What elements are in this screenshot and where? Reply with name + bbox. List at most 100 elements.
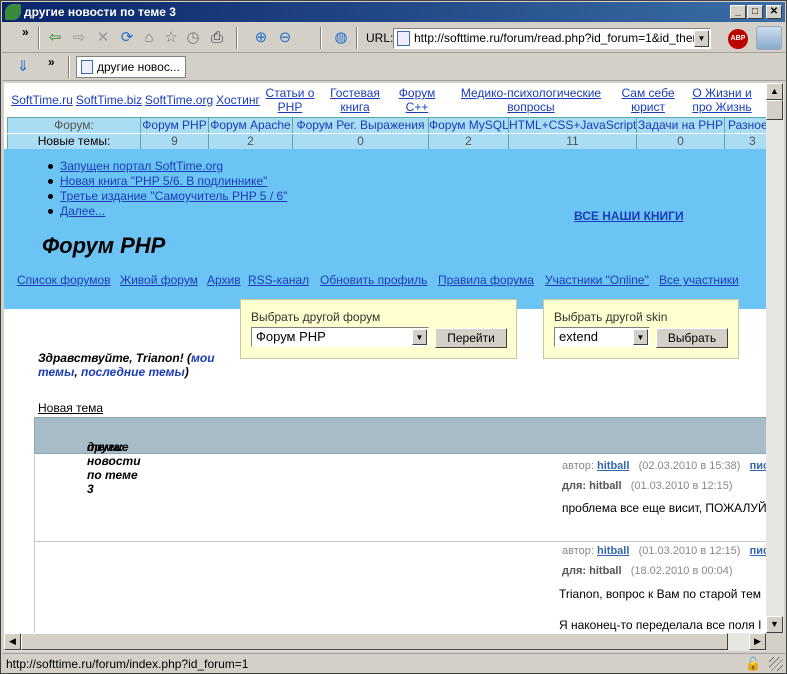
forum-row-label: Новые темы: [7, 134, 141, 149]
minimize-button[interactable]: _ [730, 5, 746, 19]
nav-link-all-users[interactable]: Все участники [659, 273, 739, 287]
page-icon [397, 31, 410, 46]
print-icon[interactable]: ⎙ [208, 29, 226, 47]
globe-icon[interactable]: ◍ [332, 29, 350, 47]
last-topics-link[interactable]: последние темы [81, 365, 185, 379]
forward-icon[interactable]: ⇨ [70, 29, 88, 47]
nav-link-archive[interactable]: Архив [207, 273, 241, 287]
zoom-in-icon[interactable]: ⊕ [252, 29, 270, 47]
forum-link[interactable]: Форум Рег. Выражения [293, 118, 429, 133]
author-link[interactable]: hitball [597, 545, 629, 557]
post-action-link[interactable]: пис [750, 545, 766, 557]
all-books-link[interactable]: ВСЕ НАШИ КНИГИ [574, 209, 684, 223]
new-topics-count: 9 [141, 134, 209, 149]
stop-icon[interactable]: ✕ [94, 29, 112, 47]
new-topic-link[interactable]: Новая тема [38, 401, 103, 415]
nav-link-rss[interactable]: RSS-канал [248, 273, 309, 287]
nav-link-forum-rules[interactable]: Правила форума [438, 273, 534, 287]
url-input[interactable]: http://softtime.ru/forum/read.php?id_for… [393, 28, 711, 49]
forum-select[interactable]: Форум PHP ▼ [251, 327, 429, 347]
url-text: http://softtime.ru/forum/read.php?id_for… [414, 31, 711, 45]
forum-row-label: Форум: [7, 118, 141, 133]
post-action-link[interactable]: пис [750, 460, 766, 472]
skin-select[interactable]: extend ▼ [554, 327, 650, 347]
post-text: Trianon, вопрос к Вам по старой тем [559, 587, 762, 601]
browser-window: другие новости по теме 3 _ □ ✕ » ⇦ ⇨ ✕ ⟳… [0, 0, 787, 674]
tab-current[interactable]: другие новос... [76, 56, 186, 78]
toolbar-overflow-icon[interactable]: » [22, 25, 29, 39]
skin-select-label: Выбрать другой skin [554, 310, 668, 324]
go-button[interactable]: Перейти [435, 328, 507, 348]
chevron-down-icon[interactable]: ▼ [412, 329, 427, 345]
download-icon[interactable]: ⇓ [14, 58, 32, 76]
scroll-up-icon[interactable]: ▲ [766, 83, 783, 100]
post-text: Я наконец-то переделала все поля I [559, 618, 762, 632]
page-viewport: SoftTime.ru SoftTime.biz SoftTime.org Хо… [4, 83, 766, 633]
bookmark-star-icon[interactable]: ☆ [162, 29, 180, 47]
tab-title: другие новос... [97, 60, 180, 74]
scroll-thumb-horizontal[interactable] [21, 633, 728, 650]
site-link[interactable]: Хостинг [215, 83, 261, 117]
vertical-scrollbar[interactable]: ▲ ▼ [766, 83, 784, 633]
site-link[interactable]: SoftTime.org [143, 83, 215, 117]
news-link[interactable]: Запущен портал SoftTime.org [48, 159, 223, 173]
scroll-right-icon[interactable]: ▶ [749, 633, 766, 650]
forum-link[interactable]: HTML+CSS+JavaScript [509, 118, 637, 133]
choose-button[interactable]: Выбрать [656, 328, 728, 348]
site-link[interactable]: Гостевая книга [321, 86, 389, 120]
tabs-toolbar: ⇓ » другие новос... [2, 54, 785, 81]
nav-link-live-forum[interactable]: Живой форум [120, 273, 198, 287]
author-link[interactable]: hitball [597, 460, 629, 472]
forum-link[interactable]: Задачи на PHP [637, 118, 725, 133]
scroll-thumb[interactable] [766, 100, 783, 120]
home-icon[interactable]: ⌂ [140, 29, 158, 47]
security-lock-icon[interactable]: 🔓 [745, 656, 761, 672]
site-link[interactable]: Медико-психологические вопросы [445, 86, 617, 120]
forum-link[interactable]: Форум Apache [209, 118, 293, 133]
post-reply-line: для: hitball (18.02.2010 в 00:04) [562, 565, 733, 577]
zoom-out-icon[interactable]: ⊖ [276, 29, 294, 47]
scroll-down-icon[interactable]: ▼ [766, 616, 783, 633]
news-link[interactable]: Третье издание "Самоучитель PHP 5 / 6" [47, 189, 287, 203]
horizontal-scrollbar[interactable]: ◀ ▶ [4, 633, 766, 651]
page-title: Форум PHP [42, 233, 166, 258]
post-reply-line: для: hitball (01.03.2010 в 12:15) [562, 480, 733, 492]
scroll-left-icon[interactable]: ◀ [4, 633, 21, 650]
adblock-icon[interactable]: ABP [728, 29, 748, 49]
maximize-button[interactable]: □ [747, 5, 763, 19]
site-link[interactable]: О Жизни и про Жизнь [681, 86, 763, 120]
title-bar: другие новости по теме 3 _ □ ✕ [2, 2, 785, 22]
site-link[interactable]: Форум C++ [391, 86, 443, 120]
forum-link[interactable]: Разное [725, 118, 766, 133]
resize-grip-icon[interactable] [769, 657, 783, 671]
close-button[interactable]: ✕ [766, 5, 782, 19]
forum-link[interactable]: Форум PHP [141, 118, 209, 133]
post-author-line: автор: hitball (01.03.2010 в 12:15) пис [562, 545, 766, 557]
status-bar: http://softtime.ru/forum/index.php?id_fo… [2, 653, 785, 673]
site-link[interactable]: Сам себе юрист [617, 86, 679, 120]
reload-icon[interactable]: ⟳ [118, 29, 136, 47]
browser-logo-icon [5, 4, 21, 20]
chevron-down-icon[interactable]: ▼ [633, 329, 648, 345]
new-topics-count: 2 [209, 134, 293, 149]
nav-link-online-users[interactable]: Участники "Online" [545, 273, 649, 287]
news-link[interactable]: Новая книга "PHP 5/6. В подлиннике" [47, 174, 267, 188]
topic-header: тема: другие новости по теме 3 [34, 417, 766, 496]
nav-link-forum-list[interactable]: Список форумов [17, 273, 111, 287]
skin-select-panel: Выбрать другой skin extend ▼ Выбрать [543, 299, 739, 359]
tabs-overflow-icon[interactable]: » [48, 55, 55, 69]
site-link[interactable]: SoftTime.ru [9, 83, 75, 117]
site-link[interactable]: SoftTime.biz [75, 83, 143, 117]
nav-link-update-profile[interactable]: Обновить профиль [320, 273, 427, 287]
back-icon[interactable]: ⇦ [46, 29, 64, 47]
url-dropdown-button[interactable]: ▼ [694, 30, 709, 47]
navigation-toolbar: » ⇦ ⇨ ✕ ⟳ ⌂ ☆ ◷ ⎙ ⊕ ⊖ ◍ URL: http://soft… [2, 23, 785, 53]
post-author-line: автор: hitball (02.03.2010 в 15:38) пис [562, 460, 766, 472]
sidebar-panel-icon[interactable] [756, 26, 782, 50]
page-icon [81, 60, 93, 74]
news-link[interactable]: Далее... [47, 204, 105, 218]
history-icon[interactable]: ◷ [184, 29, 202, 47]
forum-link[interactable]: Форум MySQL [429, 118, 509, 133]
site-link[interactable]: Статьи о PHP [263, 86, 317, 120]
post: автор: hitball (02.03.2010 в 15:38) пис … [34, 455, 766, 541]
